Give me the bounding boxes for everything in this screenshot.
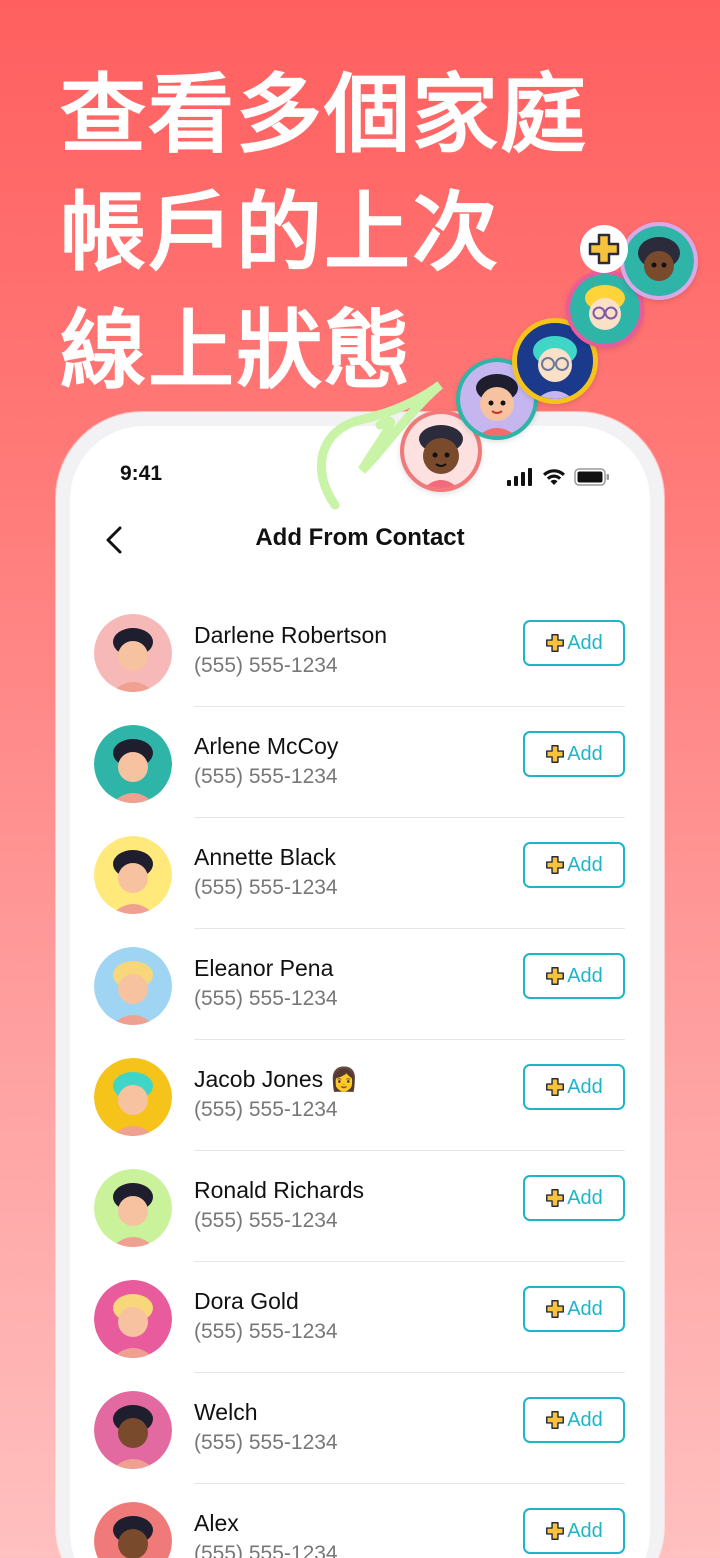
contact-name: Alex bbox=[194, 1510, 239, 1536]
contact-name: Jacob Jones 👩 bbox=[194, 1066, 359, 1092]
contact-row: Arlene McCoy (555) 555-1234 Add bbox=[70, 707, 650, 818]
avatar bbox=[94, 1058, 172, 1136]
add-button-label: Add bbox=[567, 631, 603, 654]
avatar bbox=[94, 1280, 172, 1358]
contact-row: Ronald Richards (555) 555-1234 Add bbox=[70, 1151, 650, 1262]
add-button[interactable]: Add bbox=[523, 842, 625, 888]
add-button-label: Add bbox=[567, 1297, 603, 1320]
add-button-label: Add bbox=[567, 1519, 603, 1542]
add-button[interactable]: Add bbox=[523, 1397, 625, 1443]
contact-phone: (555) 555-1234 bbox=[194, 987, 338, 1010]
add-button[interactable]: Add bbox=[523, 953, 625, 999]
contact-row: Eleanor Pena (555) 555-1234 Add bbox=[70, 929, 650, 1040]
status-time: 9:41 bbox=[120, 462, 163, 485]
floating-avatar-5 bbox=[620, 222, 698, 300]
plus-icon bbox=[546, 634, 565, 652]
contact-phone: (555) 555-1234 bbox=[194, 1209, 338, 1232]
avatar bbox=[94, 1169, 172, 1247]
contact-name: Arlene McCoy bbox=[194, 733, 339, 759]
status-bar: 9:41 bbox=[70, 462, 650, 492]
plus-icon bbox=[546, 1522, 565, 1540]
avatar bbox=[94, 614, 172, 692]
add-button[interactable]: Add bbox=[523, 1508, 625, 1554]
add-button[interactable]: Add bbox=[523, 620, 625, 666]
signal-icon bbox=[507, 468, 532, 486]
page-title: Add From Contact bbox=[255, 524, 465, 551]
contact-name: Darlene Robertson bbox=[194, 622, 388, 648]
status-icons bbox=[506, 468, 610, 486]
avatar bbox=[94, 947, 172, 1025]
contact-phone: (555) 555-1234 bbox=[194, 654, 338, 677]
contact-row: Alex (555) 555-1234 Add bbox=[70, 1484, 650, 1558]
battery-icon bbox=[574, 468, 609, 486]
add-button-label: Add bbox=[567, 1186, 603, 1209]
add-button[interactable]: Add bbox=[523, 1064, 625, 1110]
plus-icon bbox=[588, 233, 620, 265]
plus-icon bbox=[546, 967, 565, 985]
add-button[interactable]: Add bbox=[523, 1286, 625, 1332]
contact-row: Jacob Jones 👩 (555) 555-1234 Add bbox=[70, 1040, 650, 1151]
contact-row: Darlene Robertson (555) 555-1234 Add bbox=[70, 596, 650, 707]
plus-icon bbox=[546, 745, 565, 763]
add-button-label: Add bbox=[567, 742, 603, 765]
add-button[interactable]: Add bbox=[523, 1175, 625, 1221]
contact-phone: (555) 555-1234 bbox=[194, 1431, 338, 1454]
contact-row: Dora Gold (555) 555-1234 Add bbox=[70, 1262, 650, 1373]
plus-icon bbox=[546, 1411, 565, 1429]
avatar bbox=[94, 1391, 172, 1469]
contact-phone: (555) 555-1234 bbox=[194, 1542, 338, 1558]
avatar bbox=[94, 836, 172, 914]
avatar bbox=[94, 1502, 172, 1558]
contact-list: Darlene Robertson (555) 555-1234 Add Arlene… bbox=[70, 596, 650, 1558]
add-button[interactable]: Add bbox=[523, 731, 625, 777]
contact-row: Welch (555) 555-1234 Add bbox=[70, 1373, 650, 1484]
add-button-label: Add bbox=[567, 1408, 603, 1431]
plus-bubble bbox=[580, 225, 628, 273]
contact-phone: (555) 555-1234 bbox=[194, 1098, 338, 1121]
contact-name: Eleanor Pena bbox=[194, 955, 334, 981]
headline-line-1: 查看多個家庭 bbox=[60, 65, 588, 165]
add-button-label: Add bbox=[567, 853, 603, 876]
contact-phone: (555) 555-1234 bbox=[194, 1320, 338, 1343]
add-button-label: Add bbox=[567, 964, 603, 987]
plus-icon bbox=[546, 1189, 565, 1207]
add-button-label: Add bbox=[567, 1075, 603, 1098]
contact-phone: (555) 555-1234 bbox=[194, 765, 338, 788]
plus-icon bbox=[546, 1300, 565, 1318]
wifi-icon bbox=[543, 469, 565, 485]
contact-name: Welch bbox=[194, 1399, 258, 1425]
contact-name: Ronald Richards bbox=[194, 1177, 365, 1203]
nav-bar: Add From Contact bbox=[70, 518, 650, 562]
contact-row: Annette Black (555) 555-1234 Add bbox=[70, 818, 650, 929]
contact-name: Annette Black bbox=[194, 844, 336, 870]
plus-icon bbox=[546, 856, 565, 874]
avatar bbox=[94, 725, 172, 803]
contact-name: Dora Gold bbox=[194, 1288, 299, 1314]
contact-phone: (555) 555-1234 bbox=[194, 876, 338, 899]
phone-frame: 9:41 Add From Contact Darlene Robertson … bbox=[56, 412, 664, 1558]
plus-icon bbox=[546, 1078, 565, 1096]
headline-line-2: 帳戶的上次 bbox=[60, 183, 500, 283]
avatar-girl-icon bbox=[624, 226, 694, 296]
phone-screen: 9:41 Add From Contact Darlene Robertson … bbox=[70, 426, 650, 1558]
